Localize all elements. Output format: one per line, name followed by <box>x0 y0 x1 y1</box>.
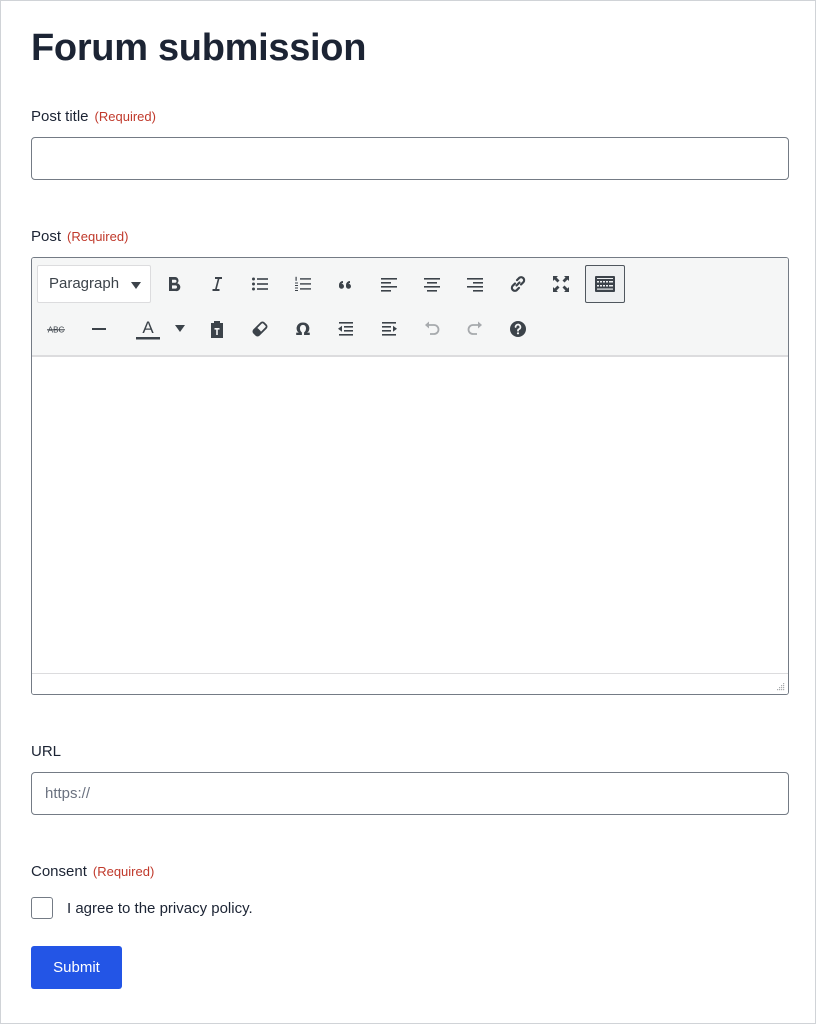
undo-icon <box>425 321 440 335</box>
increase-indent-icon <box>382 322 397 336</box>
italic-button[interactable] <box>198 265 236 303</box>
special-character-button[interactable]: Ω <box>284 310 322 348</box>
special-character-icon: Ω <box>296 320 310 339</box>
bulleted-list-button[interactable] <box>241 265 279 303</box>
redo-icon <box>467 321 482 335</box>
help-button[interactable] <box>499 310 537 348</box>
decrease-indent-icon <box>338 322 353 336</box>
consent-checkbox[interactable] <box>31 897 53 919</box>
text-color-icon: A <box>136 318 160 340</box>
clear-formatting-button[interactable] <box>241 310 279 348</box>
decrease-indent-button[interactable] <box>327 310 365 348</box>
undo-button[interactable] <box>413 310 451 348</box>
link-icon <box>510 276 526 292</box>
svg-text:A: A <box>142 318 154 337</box>
align-center-icon <box>424 278 440 292</box>
blockquote-icon <box>338 281 351 289</box>
align-left-button[interactable] <box>370 265 408 303</box>
consent-checkbox-label[interactable]: I agree to the privacy policy. <box>67 900 253 917</box>
svg-text:Ω: Ω <box>296 320 310 339</box>
required-indicator: (Required) <box>67 229 129 244</box>
page-title: Forum submission <box>31 27 367 69</box>
numbered-list-button[interactable] <box>284 265 322 303</box>
toolbar-toggle-icon <box>595 276 615 292</box>
bulleted-list-icon <box>252 277 268 291</box>
clear-formatting-icon <box>252 321 268 337</box>
bold-icon <box>169 277 181 292</box>
chevron-down-icon <box>131 282 141 289</box>
required-indicator: (Required) <box>92 864 155 879</box>
fullscreen-button[interactable] <box>542 265 580 303</box>
url-input[interactable] <box>31 772 789 815</box>
strikethrough-button[interactable]: ABC <box>37 310 75 348</box>
increase-indent-button[interactable] <box>370 310 408 348</box>
format-select[interactable]: Paragraph <box>37 265 151 303</box>
submit-button[interactable]: Submit <box>31 946 122 989</box>
consent-label: Consent (Required) <box>31 863 155 880</box>
align-right-icon <box>467 278 483 292</box>
align-right-button[interactable] <box>456 265 494 303</box>
paste-as-text-button[interactable] <box>198 310 236 348</box>
post-editor: Paragraph ABC A Ω <box>31 257 789 695</box>
paste-as-text-icon <box>211 321 223 338</box>
text-color-dropdown[interactable] <box>169 310 191 348</box>
horizontal-line-icon <box>92 328 106 330</box>
blockquote-button[interactable] <box>327 265 365 303</box>
bold-button[interactable] <box>155 265 193 303</box>
fullscreen-icon <box>553 276 569 292</box>
align-left-icon <box>381 278 397 292</box>
resize-handle-icon <box>777 683 785 691</box>
form-page: Forum submission Post title (Required) Po… <box>0 0 816 1024</box>
strikethrough-icon: ABC <box>47 326 65 335</box>
required-indicator: (Required) <box>94 109 156 124</box>
editor-toolbar: Paragraph ABC A Ω <box>32 258 788 357</box>
chevron-down-icon <box>175 325 185 332</box>
numbered-list-icon <box>295 276 311 291</box>
editor-statusbar <box>32 673 788 694</box>
consent-row: I agree to the privacy policy. <box>31 897 253 919</box>
italic-icon <box>212 277 222 291</box>
post-label: Post (Required) <box>31 228 129 245</box>
post-content-area[interactable] <box>32 357 788 673</box>
post-title-input[interactable] <box>31 137 789 180</box>
horizontal-line-button[interactable] <box>80 310 118 348</box>
link-button[interactable] <box>499 265 537 303</box>
align-center-button[interactable] <box>413 265 451 303</box>
redo-button[interactable] <box>456 310 494 348</box>
help-icon <box>510 321 526 337</box>
text-color-button[interactable]: A <box>123 310 173 348</box>
post-title-label: Post title (Required) <box>31 108 156 125</box>
url-label: URL <box>31 743 62 760</box>
toolbar-toggle-button[interactable] <box>585 265 625 303</box>
